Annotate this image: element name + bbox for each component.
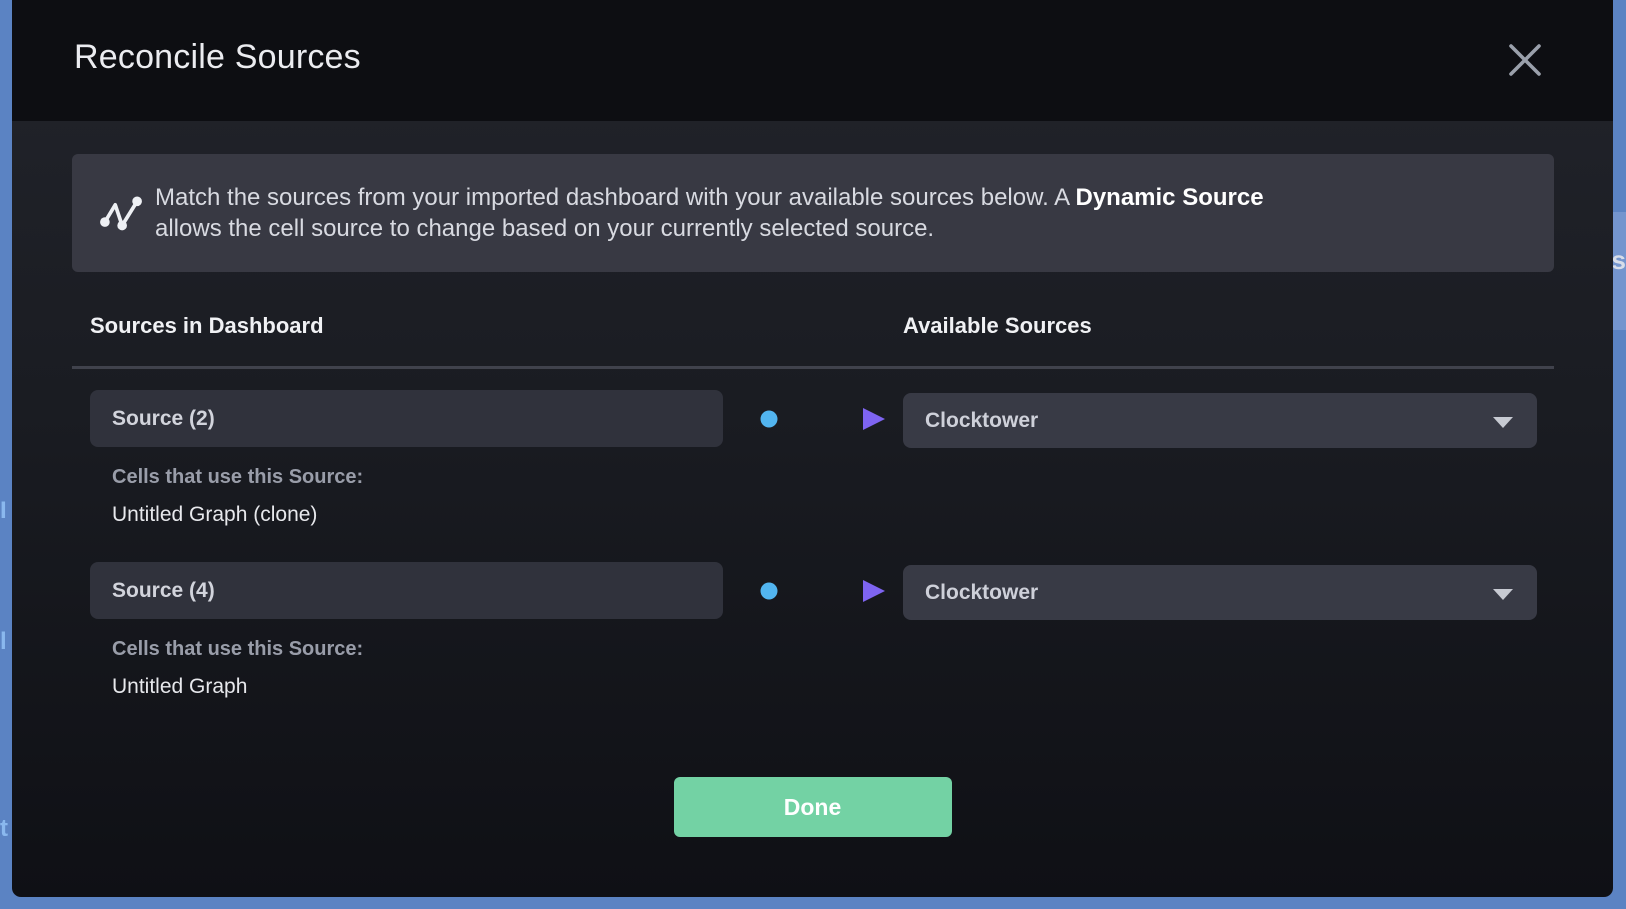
cells-that-use-source-label: Cells that use this Source: — [112, 466, 363, 489]
notice-text: Match the sources from your imported das… — [155, 182, 1264, 244]
notice-panel: Match the sources from your imported das… — [72, 154, 1554, 272]
sparkline-graph-icon — [98, 191, 144, 237]
column-header-sources-in-dashboard: Sources in Dashboard — [90, 313, 324, 339]
done-button[interactable]: Done — [674, 777, 952, 837]
background-text-fragment: ns — [1613, 245, 1626, 276]
divider — [72, 366, 1554, 369]
dashboard-source-name: Source (2) — [90, 390, 723, 447]
column-header-available-sources: Available Sources — [903, 313, 1092, 339]
chevron-down-icon — [1493, 589, 1513, 600]
available-source-selected: Clocktower — [925, 409, 1038, 432]
notice-line1: Match the sources from your imported das… — [155, 184, 1075, 211]
modal-header: Reconcile Sources — [12, 0, 1613, 121]
close-button[interactable] — [1501, 36, 1549, 84]
background-text-fragment: I — [0, 497, 12, 525]
page-title: Reconcile Sources — [74, 38, 361, 77]
close-icon — [1507, 42, 1543, 78]
cell-name: Untitled Graph (clone) — [112, 503, 317, 527]
available-source-dropdown[interactable]: Clocktower — [903, 393, 1537, 448]
notice-bold: Dynamic Source — [1075, 184, 1263, 211]
chevron-down-icon — [1493, 417, 1513, 428]
background-text-fragment: t — [0, 815, 12, 843]
mapping-arrow-icon — [760, 579, 886, 603]
available-source-selected: Clocktower — [925, 581, 1038, 604]
cell-name: Untitled Graph — [112, 675, 247, 699]
notice-line2: allows the cell source to change based o… — [155, 215, 934, 242]
reconcile-sources-modal: Reconcile Sources Match the sources from… — [12, 0, 1613, 897]
available-source-dropdown[interactable]: Clocktower — [903, 565, 1537, 620]
cells-that-use-source-label: Cells that use this Source: — [112, 638, 363, 661]
mapping-arrow-icon — [760, 407, 886, 431]
background-text-fragment: l — [0, 628, 12, 656]
dashboard-source-name: Source (4) — [90, 562, 723, 619]
